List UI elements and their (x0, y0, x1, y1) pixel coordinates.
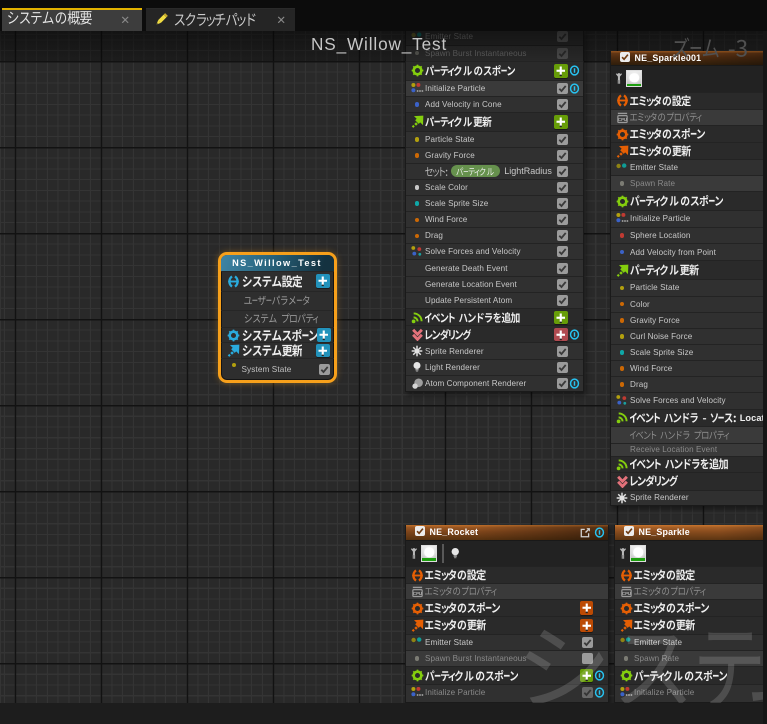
svg-text:CPU: CPU (617, 117, 626, 122)
svg-text:CPU: CPU (412, 591, 421, 596)
svg-text:CPU: CPU (621, 591, 630, 596)
